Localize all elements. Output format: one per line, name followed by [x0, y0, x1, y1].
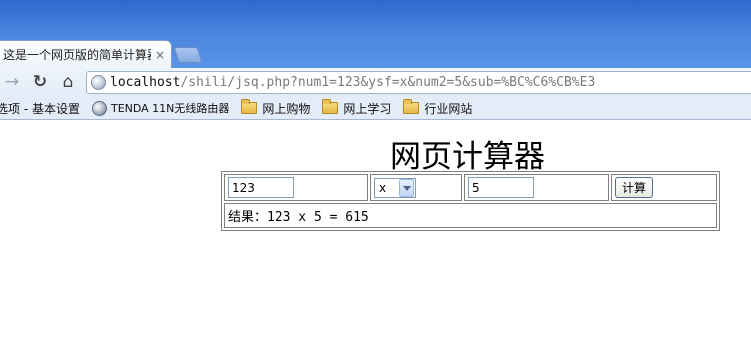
result-text: 结果：123 x 5 = 615 [224, 203, 717, 228]
bookmark-label: 选项 - 基本设置 [0, 101, 80, 116]
new-tab-button[interactable] [173, 47, 203, 63]
bookmark-label: 网上购物 [262, 101, 311, 116]
tab-title: 这是一个网页版的简单计算器 [3, 48, 151, 62]
calculate-button[interactable]: 计算 [615, 177, 654, 198]
num2-cell [464, 174, 609, 201]
folder-icon [322, 99, 339, 114]
num1-input[interactable] [228, 177, 294, 198]
bookmarks-bar: 选项 - 基本设置 TENDA 11N无线路由器 网上购物 网上学习 行业网站 [0, 97, 751, 120]
bookmark-folder-industry[interactable]: 行业网站 [403, 98, 472, 118]
forward-icon[interactable]: → [2, 72, 22, 92]
bookmark-label: TENDA 11N无线路由器 [110, 102, 230, 115]
globe-icon [91, 100, 107, 116]
operator-cell: x [370, 174, 462, 201]
page-title: 网页计算器 [390, 139, 545, 175]
result-row: 结果：123 x 5 = 615 [224, 203, 717, 228]
bookmark-tenda[interactable]: TENDA 11N无线路由器 [91, 98, 230, 118]
chevron-down-icon [399, 178, 414, 197]
browser-titlebar: 这是一个网页版的简单计算器 × [0, 0, 751, 68]
bookmark-label: 行业网站 [424, 101, 473, 116]
bookmark-folder-learning[interactable]: 网上学习 [322, 98, 391, 118]
url-host: localhost [110, 75, 181, 90]
home-icon[interactable]: ⌂ [58, 72, 78, 92]
url-path: /shili/jsq.php?num1=123&ysf=x&num2=5&sub… [180, 75, 596, 90]
reload-icon[interactable]: ↻ [30, 72, 50, 92]
browser-tab[interactable]: 这是一个网页版的简单计算器 × [0, 40, 172, 68]
bookmark-options[interactable]: 选项 - 基本设置 [0, 98, 80, 118]
page-info-icon[interactable] [91, 75, 106, 90]
bookmark-folder-shopping[interactable]: 网上购物 [241, 98, 310, 118]
num2-input[interactable] [468, 177, 534, 198]
folder-icon [403, 99, 420, 114]
num1-cell [224, 174, 368, 201]
address-bar[interactable]: localhost/shili/jsq.php?num1=123&ysf=x&n… [86, 71, 751, 94]
folder-icon [241, 99, 258, 114]
operator-select[interactable]: x [374, 177, 416, 198]
browser-toolbar: → ↻ ⌂ localhost/shili/jsq.php?num1=123&y… [0, 68, 751, 97]
close-icon[interactable]: × [155, 48, 165, 62]
operator-value: x [379, 180, 387, 195]
bookmark-label: 网上学习 [343, 101, 392, 116]
calculator-form: x 计算 结果：123 x 5 = 615 [221, 171, 720, 231]
input-row: x 计算 [224, 174, 717, 201]
submit-cell: 计算 [611, 174, 717, 201]
